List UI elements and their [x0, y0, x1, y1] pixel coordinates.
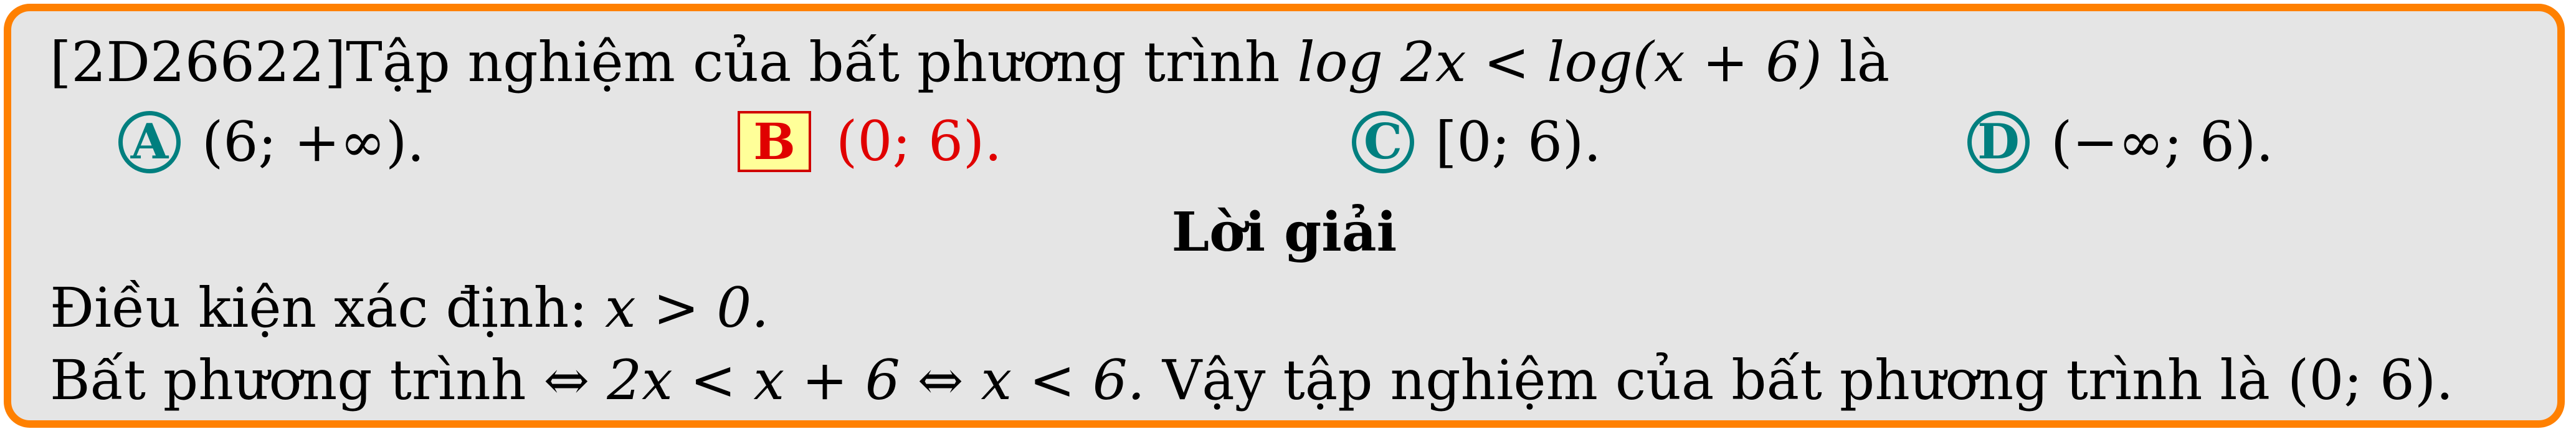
condition-math: x > 0.: [604, 276, 769, 340]
question-card: [2D26622]Tập nghiệm của bất phương trình…: [4, 4, 2565, 428]
solution-conclusion: Vậy tập nghiệm của bất phương trình là (…: [1144, 348, 2454, 412]
choice-b-text: (0; 6).: [836, 109, 1002, 173]
question-text-end: là: [1822, 30, 1890, 94]
choice-a[interactable]: A (6; +∞).: [118, 111, 424, 173]
choice-c[interactable]: C [0; 6).: [1352, 111, 1601, 173]
solution-condition: Điều kiện xác định: x > 0.: [50, 281, 769, 335]
reasoning-label: Bất phương trình: [50, 348, 544, 412]
choice-a-letter: A: [118, 111, 181, 173]
choice-a-text: (6; +∞).: [202, 110, 425, 174]
choice-c-letter: C: [1352, 111, 1414, 173]
choice-b-letter: B: [738, 111, 811, 172]
choice-c-text: [0; 6).: [1435, 110, 1602, 174]
question-code: [2D26622]: [50, 30, 346, 94]
choice-b[interactable]: B (0; 6).: [738, 111, 1002, 172]
condition-label: Điều kiện xác định:: [50, 276, 605, 340]
question-line: [2D26622]Tập nghiệm của bất phương trình…: [50, 35, 1889, 90]
choice-d-text: (−∞; 6).: [2051, 110, 2274, 174]
choice-d[interactable]: D (−∞; 6).: [1967, 111, 2273, 173]
question-math: log 2x < log(x + 6): [1297, 30, 1822, 94]
reasoning-math: ⇔ 2x < x + 6 ⇔ x < 6.: [543, 348, 1145, 412]
question-text: Tập nghiệm của bất phương trình: [346, 30, 1298, 94]
solution-reasoning: Bất phương trình ⇔ 2x < x + 6 ⇔ x < 6. V…: [50, 353, 2453, 408]
solution-title: Lời giải: [1171, 201, 1397, 264]
choice-d-letter: D: [1967, 111, 2030, 173]
